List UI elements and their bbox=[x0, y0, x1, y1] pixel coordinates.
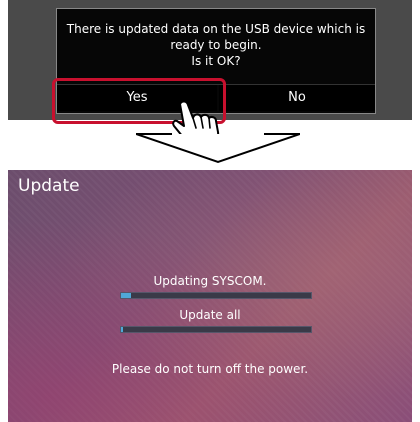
down-arrow-icon bbox=[136, 133, 300, 164]
update-status-label: Updating SYSCOM. bbox=[153, 274, 267, 288]
no-button[interactable]: No bbox=[219, 85, 375, 111]
progress-bar-fill bbox=[121, 327, 123, 332]
progress-bar bbox=[120, 326, 312, 333]
update-all-label: Update all bbox=[179, 308, 241, 322]
progress-bar-fill bbox=[121, 293, 131, 298]
dialog-message-line: There is updated data on the USB device … bbox=[66, 22, 366, 36]
page-title: Update bbox=[18, 176, 80, 196]
dialog-message: There is updated data on the USB device … bbox=[57, 21, 375, 69]
update-screen: Update Updating SYSCOM. Update all Pleas… bbox=[8, 170, 412, 422]
dialog-message-line: Is it OK? bbox=[191, 54, 241, 68]
progress-bar bbox=[120, 292, 312, 299]
dialog-message-line: ready to begin. bbox=[170, 38, 262, 52]
power-warning: Please do not turn off the power. bbox=[111, 362, 309, 376]
